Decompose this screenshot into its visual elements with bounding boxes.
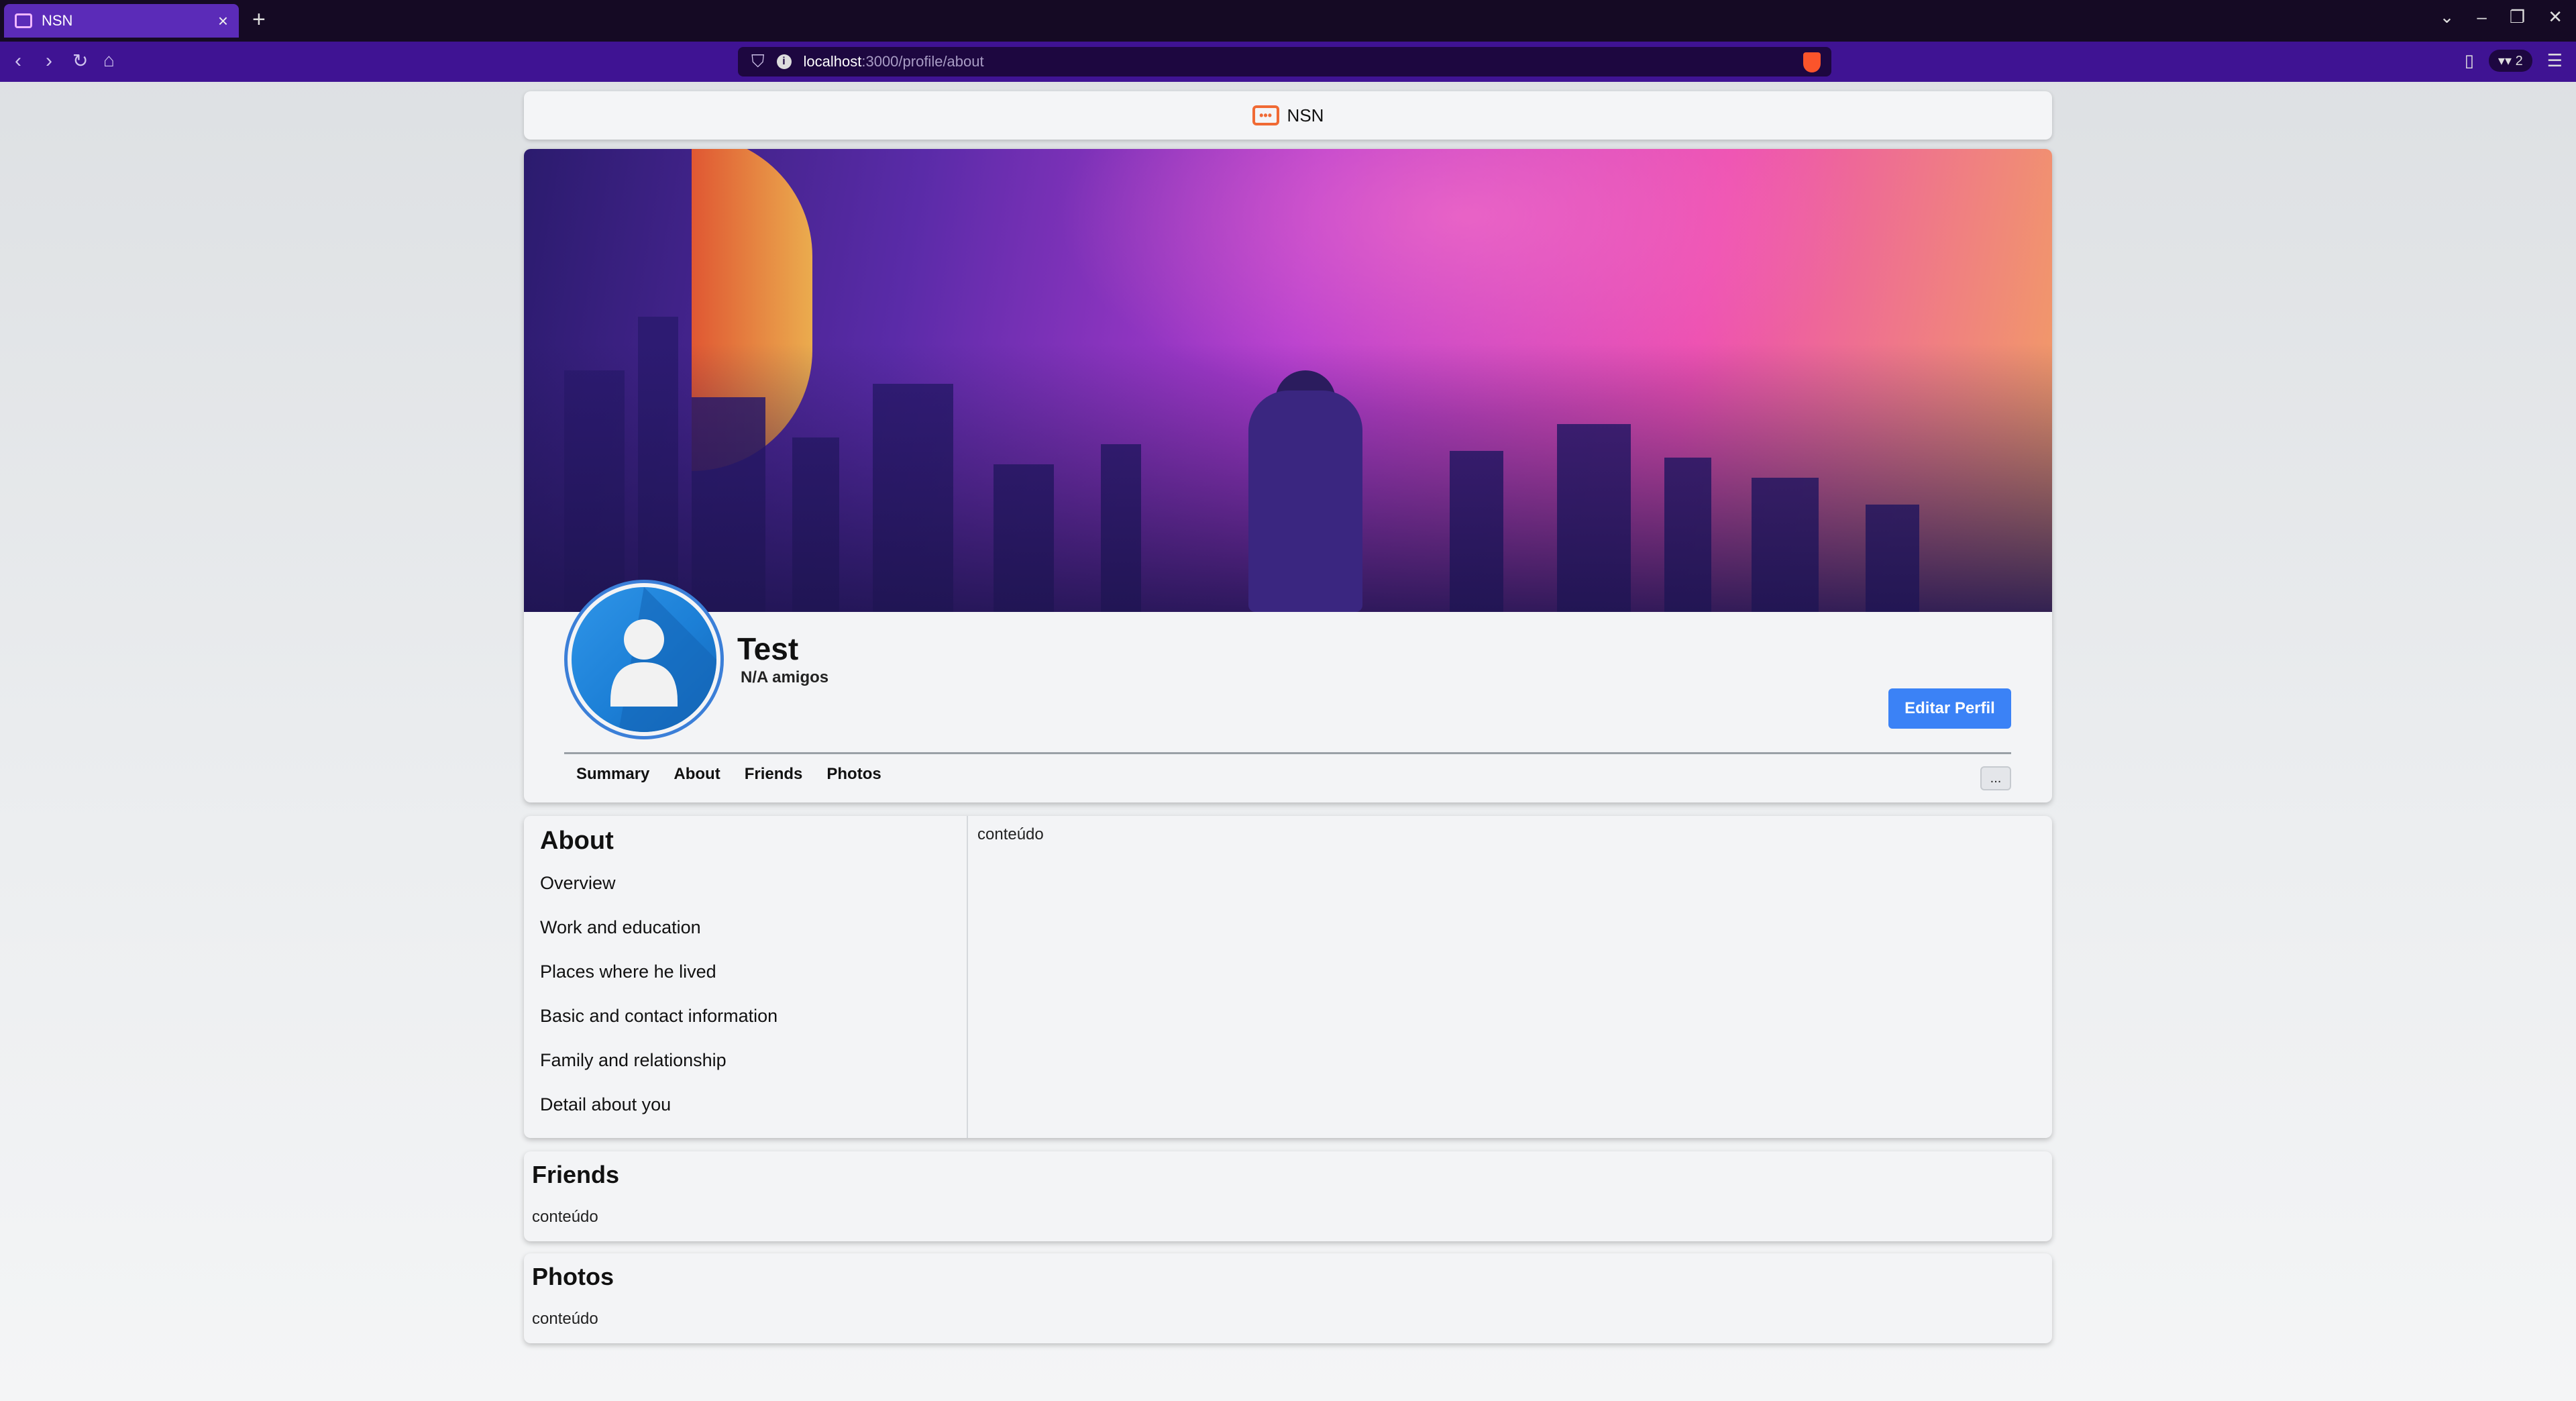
home-icon[interactable]: ⌂: [103, 50, 115, 71]
wallet-count: 2: [2515, 54, 2523, 68]
browser-right-controls: ▯ ▾▾ 2 ☰: [2465, 50, 2563, 72]
about-menu-family-relationship[interactable]: Family and relationship: [540, 1049, 777, 1094]
tab-title: NSN: [42, 12, 73, 29]
site-header: ••• NSN: [524, 91, 2052, 140]
wallet-icon[interactable]: ▾▾ 2: [2488, 50, 2532, 72]
address-bar[interactable]: ⛉ i localhost:3000/profile/about: [738, 47, 1831, 76]
tab-photos[interactable]: Photos: [826, 765, 881, 784]
window-controls: ⌄ – ❐ ✕: [2440, 7, 2563, 28]
forward-icon[interactable]: ›: [46, 50, 52, 72]
avatar[interactable]: [564, 580, 724, 739]
about-card: About Overview Work and education Places…: [524, 816, 2052, 1138]
info-icon[interactable]: i: [776, 54, 792, 69]
bookmark-icon[interactable]: ⛉: [751, 51, 765, 72]
photos-section: Photos conteúdo: [524, 1253, 2052, 1343]
chevron-down-icon[interactable]: ⌄: [2440, 7, 2455, 28]
profile-divider: [564, 752, 2011, 754]
about-menu-overview[interactable]: Overview: [540, 872, 777, 917]
tab-about[interactable]: About: [674, 765, 720, 784]
close-icon[interactable]: ×: [218, 11, 228, 32]
reload-icon[interactable]: ↻: [72, 50, 88, 72]
logo-chat-icon: •••: [1252, 105, 1279, 125]
chat-bubble-icon: [15, 13, 32, 28]
about-menu-details[interactable]: Detail about you: [540, 1094, 777, 1138]
menu-icon[interactable]: ☰: [2547, 50, 2563, 71]
maximize-icon[interactable]: ❐: [2510, 7, 2525, 28]
browser-tab[interactable]: NSN ×: [4, 4, 239, 38]
url-host: localhost: [803, 53, 862, 70]
about-title: About: [540, 827, 614, 855]
cover-astronaut: [1248, 391, 1362, 612]
tab-summary[interactable]: Summary: [576, 765, 649, 784]
more-options-button[interactable]: ...: [1980, 766, 2011, 790]
brave-shield-icon[interactable]: [1803, 52, 1821, 72]
user-avatar-icon: [572, 587, 716, 732]
tab-friends[interactable]: Friends: [745, 765, 803, 784]
profile-name: Test: [737, 631, 799, 666]
close-icon[interactable]: ✕: [2548, 7, 2563, 28]
photos-section-content: conteúdo: [532, 1310, 598, 1328]
about-menu-work-education[interactable]: Work and education: [540, 917, 777, 961]
browser-tab-strip: NSN × + ⌄ – ❐ ✕: [0, 0, 2576, 42]
brand-name[interactable]: NSN: [1287, 105, 1324, 126]
about-menu-places-lived[interactable]: Places where he lived: [540, 961, 777, 1005]
edit-profile-button[interactable]: Editar Perfil: [1888, 688, 2011, 729]
friends-section-title: Friends: [532, 1161, 620, 1188]
url-path: :3000/profile/about: [861, 53, 984, 70]
back-icon[interactable]: ‹: [15, 50, 21, 72]
friends-section-content: conteúdo: [532, 1208, 598, 1226]
new-tab-button[interactable]: +: [252, 7, 266, 33]
friends-section: Friends conteúdo: [524, 1151, 2052, 1241]
profile-tabs: Summary About Friends Photos: [576, 765, 881, 784]
about-menu: Overview Work and education Places where…: [540, 872, 777, 1138]
about-menu-contact-info[interactable]: Basic and contact information: [540, 1005, 777, 1049]
minimize-icon[interactable]: –: [2477, 7, 2486, 28]
friends-count: N/A amigos: [741, 668, 829, 686]
photos-section-title: Photos: [532, 1263, 614, 1290]
sidebar-icon[interactable]: ▯: [2465, 50, 2474, 71]
cover-image: [524, 149, 2052, 612]
profile-card: Test N/A amigos Editar Perfil Summary Ab…: [524, 149, 2052, 802]
about-sidebar: About Overview Work and education Places…: [524, 816, 968, 1138]
about-content: conteúdo: [977, 825, 1044, 843]
